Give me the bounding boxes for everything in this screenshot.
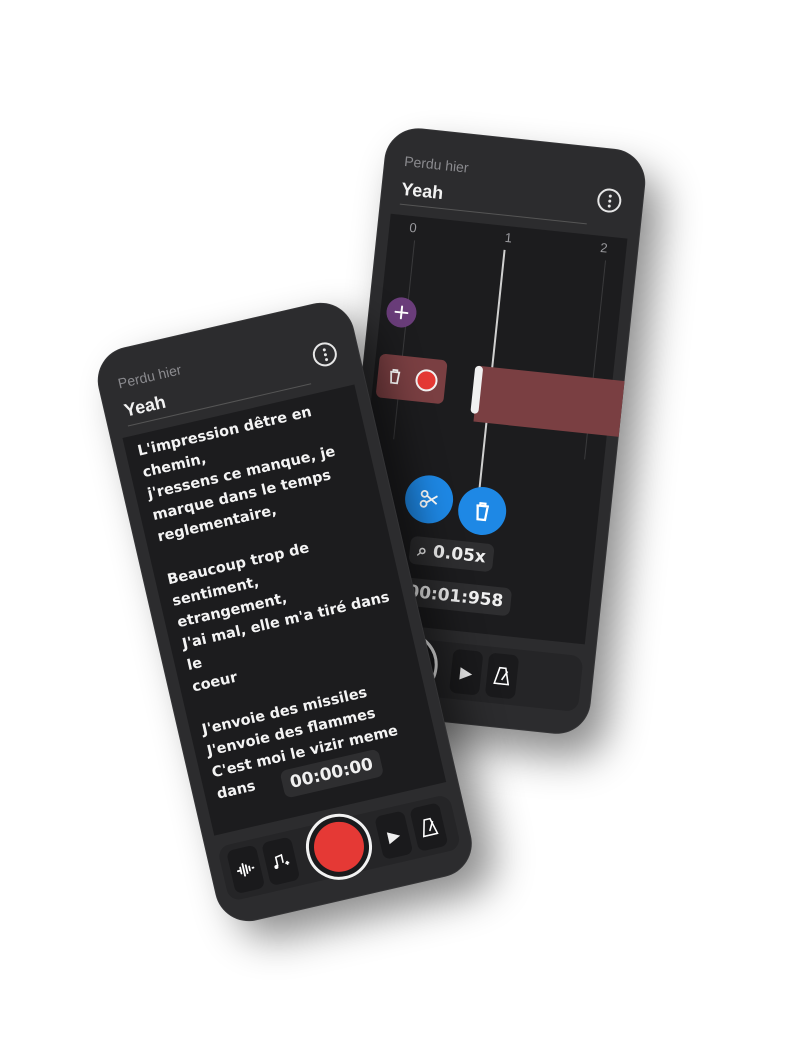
waveform-icon bbox=[236, 863, 255, 877]
track-record-button[interactable] bbox=[414, 368, 439, 393]
music-add-icon bbox=[274, 853, 290, 869]
play-icon: ▶ bbox=[459, 662, 474, 683]
timeline-tick-2: 2 bbox=[599, 239, 609, 256]
song-subtitle: Perdu hier bbox=[116, 361, 183, 392]
song-title[interactable]: Yeah bbox=[400, 179, 444, 204]
mockup-stage: Perdu hier Yeah 0 1 2 ⌕ 0.05x 00:01:958 … bbox=[0, 0, 790, 1057]
metronome-button[interactable] bbox=[484, 652, 520, 700]
split-button[interactable] bbox=[402, 472, 456, 526]
record-dot bbox=[309, 816, 369, 877]
add-track-button[interactable] bbox=[384, 295, 418, 329]
metronome-icon bbox=[423, 817, 439, 838]
timeline-gridline bbox=[393, 240, 416, 440]
zoom-indicator[interactable]: ⌕ 0.05x bbox=[408, 535, 496, 573]
scissors-icon bbox=[419, 489, 438, 508]
kebab-menu-icon[interactable] bbox=[310, 339, 340, 369]
delete-clip-button[interactable] bbox=[455, 484, 509, 538]
timeline-tick-0: 0 bbox=[408, 219, 418, 236]
trash-icon bbox=[476, 502, 490, 522]
timeline-tick-1: 1 bbox=[504, 229, 513, 246]
track-controls bbox=[375, 353, 448, 405]
zoom-value: 0.05x bbox=[432, 542, 487, 568]
plus-icon bbox=[394, 305, 409, 320]
metronome-icon bbox=[493, 666, 510, 686]
audio-clip[interactable] bbox=[470, 365, 629, 438]
kebab-menu-icon[interactable] bbox=[596, 187, 623, 214]
clip-handle[interactable] bbox=[470, 365, 484, 415]
play-button[interactable]: ▶ bbox=[449, 648, 484, 696]
lyrics-paragraph: Beaucoup trop de sentiment, etrangement,… bbox=[165, 540, 392, 696]
song-subtitle: Perdu hier bbox=[403, 152, 470, 176]
play-icon: ▶ bbox=[385, 824, 402, 846]
trash-icon[interactable] bbox=[387, 367, 403, 385]
search-icon: ⌕ bbox=[416, 540, 429, 562]
